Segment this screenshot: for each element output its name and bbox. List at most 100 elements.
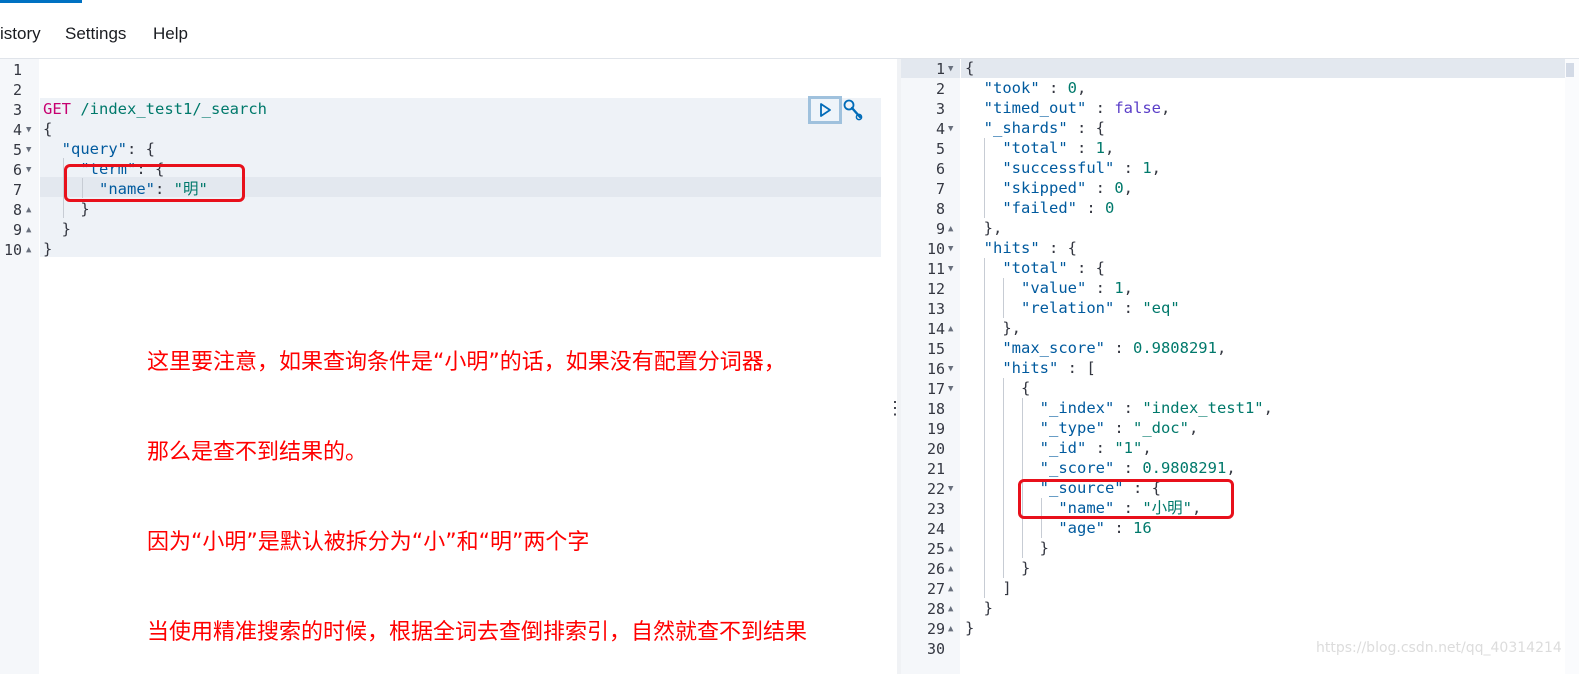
response-viewer[interactable]: 1 2 3 4 5 6 7 8 9 10 11 12 13 14 15 16 1… <box>901 59 1565 674</box>
line-number: 6 <box>12 161 22 179</box>
response-line: } <box>965 599 993 617</box>
fold-toggle-icon[interactable]: ▲ <box>948 604 953 614</box>
hit-index-value: "index_test1" <box>1142 399 1264 417</box>
line-number: 15 <box>926 340 945 358</box>
line-number: 8 <box>935 200 945 218</box>
line-number: 12 <box>926 280 945 298</box>
fold-toggle-icon[interactable]: ▲ <box>948 564 953 574</box>
response-line: { <box>965 379 1031 397</box>
scrollbar-thumb[interactable] <box>1566 63 1574 77</box>
hit-id-value: "1" <box>1114 439 1143 457</box>
annotation-line: 当使用精准搜索的时候，根据全词去查倒排索引，自然就查不到结果 <box>147 620 808 645</box>
line-number: 17 <box>926 380 945 398</box>
line-number: 1 <box>12 61 22 79</box>
run-request-button[interactable] <box>808 96 842 124</box>
line-number: 22 <box>926 480 945 498</box>
request-line-close: } <box>43 200 90 218</box>
line-number: 16 <box>926 360 945 378</box>
fold-toggle-icon[interactable]: ▲ <box>948 544 953 554</box>
response-line: } <box>965 539 1049 557</box>
response-line: "max_score" : 0.9808291, <box>1002 339 1227 357</box>
query-key: "query" <box>61 140 127 158</box>
active-tab-indicator <box>0 0 82 3</box>
fold-toggle-icon[interactable]: ▲ <box>26 245 31 255</box>
response-line: "_id" : "1", <box>1039 439 1152 457</box>
line-number: 3 <box>12 101 22 119</box>
fold-toggle-icon[interactable]: ▼ <box>26 125 31 135</box>
fold-toggle-icon[interactable]: ▼ <box>948 64 953 74</box>
line-number: 30 <box>926 640 945 658</box>
annotation-line: 因为“小明”是默认被拆分为“小”和“明”两个字 <box>147 530 590 555</box>
annotation-line: 这里要注意，如果查询条件是“小明”的话，如果没有配置分词器， <box>147 350 786 375</box>
request-path: /index_test1/_search <box>80 100 267 118</box>
request-line-open-brace: { <box>43 120 53 138</box>
shards-failed-value: 0 <box>1104 199 1115 217</box>
response-line: } <box>965 619 975 637</box>
shards-skipped-value: 0 <box>1114 179 1124 197</box>
fold-toggle-icon[interactable]: ▼ <box>26 145 31 155</box>
response-line: "_type" : "_doc", <box>1039 419 1199 437</box>
line-number: 10 <box>3 241 22 259</box>
menu-settings[interactable]: Settings <box>65 24 126 44</box>
response-line: "skipped" : 0, <box>1002 179 1134 197</box>
line-number: 21 <box>926 460 945 478</box>
fold-toggle-icon[interactable]: ▼ <box>26 165 31 175</box>
menu-help[interactable]: Help <box>153 24 188 44</box>
fold-toggle-icon[interactable]: ▼ <box>948 484 953 494</box>
line-number: 6 <box>935 160 945 178</box>
response-line: { <box>965 59 975 77</box>
wrench-icon[interactable] <box>842 98 864 122</box>
fold-toggle-icon[interactable]: ▼ <box>948 264 953 274</box>
line-number: 9 <box>12 221 22 239</box>
fold-toggle-icon[interactable]: ▲ <box>948 224 953 234</box>
fold-toggle-icon[interactable]: ▲ <box>26 205 31 215</box>
request-line-close: } <box>43 220 71 238</box>
line-number: 14 <box>926 320 945 338</box>
line-number: 24 <box>926 520 945 538</box>
hit-type-value: "_doc" <box>1132 419 1189 437</box>
line-number: 23 <box>926 500 945 518</box>
response-line: "total" : 1, <box>1002 139 1115 157</box>
hits-total-value: 1 <box>1114 279 1124 297</box>
shards-successful-value: 1 <box>1142 159 1152 177</box>
shards-total-value: 1 <box>1095 139 1105 157</box>
line-number: 25 <box>926 540 945 558</box>
response-line: "_score" : 0.9808291, <box>1039 459 1236 477</box>
response-scrollbar[interactable] <box>1565 59 1579 674</box>
line-number: 18 <box>926 400 945 418</box>
fold-toggle-icon[interactable]: ▲ <box>26 225 31 235</box>
watermark: https://blog.csdn.net/qq_40314214 <box>1316 640 1562 656</box>
line-number: 8 <box>12 201 22 219</box>
response-line: "timed_out" : false, <box>983 99 1171 117</box>
line-number: 29 <box>926 620 945 638</box>
hits-relation-value: "eq" <box>1142 299 1180 317</box>
line-number: 5 <box>935 140 945 158</box>
response-line: }, <box>965 319 1021 337</box>
line-number: 9 <box>935 220 945 238</box>
response-line: "_shards" : { <box>983 119 1105 137</box>
response-line: ] <box>965 579 1012 597</box>
request-line-method: GET /index_test1/_search <box>43 99 267 119</box>
fold-toggle-icon[interactable]: ▼ <box>948 244 953 254</box>
timed-out-value: false <box>1114 99 1161 117</box>
response-line: "_index" : "index_test1", <box>1039 399 1273 417</box>
fold-toggle-icon[interactable]: ▼ <box>948 364 953 374</box>
max-score-value: 0.9808291 <box>1132 339 1217 357</box>
response-line: "failed" : 0 <box>1002 199 1115 217</box>
line-number: 2 <box>12 81 22 99</box>
fold-toggle-icon[interactable]: ▼ <box>948 124 953 134</box>
request-line-close: } <box>43 240 53 258</box>
line-number: 19 <box>926 420 945 438</box>
annotation-line: 那么是查不到结果的。 <box>147 440 368 465</box>
menu-history[interactable]: istory <box>0 24 41 44</box>
line-number: 4 <box>12 121 22 139</box>
active-line-highlight <box>961 59 1565 78</box>
fold-toggle-icon[interactable]: ▲ <box>948 324 953 334</box>
fold-toggle-icon[interactable]: ▲ <box>948 624 953 634</box>
line-number: 3 <box>935 100 945 118</box>
response-line: "successful" : 1, <box>1002 159 1161 177</box>
response-line: } <box>965 559 1031 577</box>
annotation-note: 这里要注意，如果查询条件是“小明”的话，如果没有配置分词器， 那么是查不到结果的… <box>147 288 807 678</box>
fold-toggle-icon[interactable]: ▲ <box>948 584 953 594</box>
fold-toggle-icon[interactable]: ▼ <box>948 384 953 394</box>
